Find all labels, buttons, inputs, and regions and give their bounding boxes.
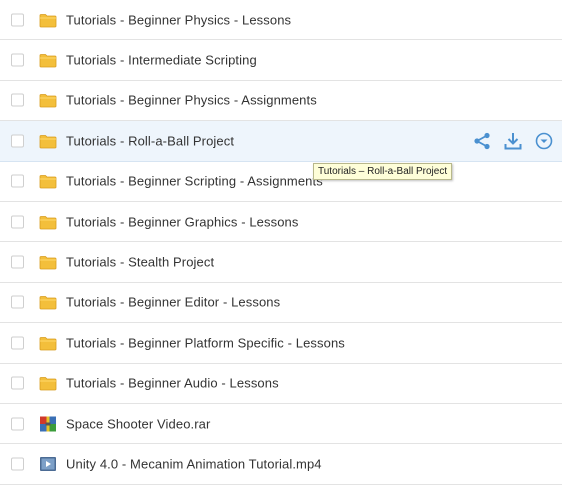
file-name[interactable]: Unity 4.0 - Mecanim Animation Tutorial.m…: [66, 456, 322, 471]
file-row[interactable]: Tutorials - Beginner Graphics - Lessons: [0, 202, 562, 243]
file-row[interactable]: Tutorials - Beginner Platform Specific -…: [0, 323, 562, 364]
select-checkbox[interactable]: [11, 295, 24, 309]
select-checkbox[interactable]: [11, 336, 24, 350]
file-row[interactable]: Tutorials - Beginner Physics - Assignmen…: [0, 81, 562, 122]
folder-icon: [39, 294, 57, 310]
file-row[interactable]: Tutorials - Beginner Audio - Lessons: [0, 364, 562, 404]
file-name[interactable]: Tutorials - Beginner Graphics - Lessons: [66, 214, 298, 229]
row-actions: [472, 131, 554, 151]
archive-icon: [39, 416, 57, 432]
select-checkbox[interactable]: [11, 53, 24, 67]
folder-icon: [39, 12, 57, 28]
file-name[interactable]: Tutorials - Intermediate Scripting: [66, 53, 257, 68]
file-row[interactable]: Tutorials - Beginner Editor - Lessons: [0, 283, 562, 324]
select-checkbox[interactable]: [11, 376, 24, 390]
folder-icon: [39, 335, 57, 351]
folder-icon: [39, 214, 57, 230]
folder-icon: [39, 92, 57, 108]
file-row[interactable]: Tutorials - Beginner Physics - Lessons: [0, 0, 562, 41]
folder-icon: [39, 52, 57, 68]
select-checkbox[interactable]: [11, 255, 24, 269]
folder-icon: [39, 133, 57, 149]
file-row[interactable]: Tutorials - Stealth Project: [0, 242, 562, 283]
select-checkbox[interactable]: [11, 215, 24, 229]
folder-icon: [39, 375, 57, 391]
download-icon[interactable]: [503, 131, 523, 151]
file-row[interactable]: Tutorials - Beginner Scripting - Assignm…: [0, 162, 562, 202]
tooltip: Tutorials – Roll-a-Ball Project: [313, 163, 453, 180]
file-name[interactable]: Tutorials - Beginner Physics - Assignmen…: [66, 93, 317, 108]
file-name[interactable]: Tutorials - Beginner Audio - Lessons: [66, 376, 279, 391]
select-checkbox[interactable]: [11, 174, 24, 188]
file-name[interactable]: Tutorials - Beginner Scripting - Assignm…: [66, 174, 323, 189]
file-row[interactable]: Tutorials - Roll-a-Ball Project: [0, 121, 562, 162]
file-name[interactable]: Space Shooter Video.rar: [66, 416, 210, 431]
file-name[interactable]: Tutorials - Beginner Physics - Lessons: [66, 12, 291, 27]
select-checkbox[interactable]: [11, 457, 24, 471]
more-options-icon[interactable]: [534, 131, 554, 151]
select-checkbox[interactable]: [11, 13, 24, 27]
file-name[interactable]: Tutorials - Roll-a-Ball Project: [66, 133, 234, 148]
folder-icon: [39, 254, 57, 270]
file-name[interactable]: Tutorials - Stealth Project: [66, 255, 214, 270]
select-checkbox[interactable]: [11, 417, 24, 431]
file-row[interactable]: Tutorials - Intermediate Scripting: [0, 40, 562, 81]
file-list: Tutorials - Beginner Physics - Lessons Tu…: [0, 0, 562, 485]
select-checkbox[interactable]: [11, 134, 24, 148]
share-icon[interactable]: [472, 131, 492, 151]
file-row[interactable]: Unity 4.0 - Mecanim Animation Tutorial.m…: [0, 444, 562, 485]
video-icon: [39, 456, 57, 472]
file-name[interactable]: Tutorials - Beginner Platform Specific -…: [66, 335, 345, 350]
file-row[interactable]: Space Shooter Video.rar: [0, 404, 562, 445]
folder-icon: [39, 173, 57, 189]
file-name[interactable]: Tutorials - Beginner Editor - Lessons: [66, 295, 280, 310]
select-checkbox[interactable]: [11, 93, 24, 107]
